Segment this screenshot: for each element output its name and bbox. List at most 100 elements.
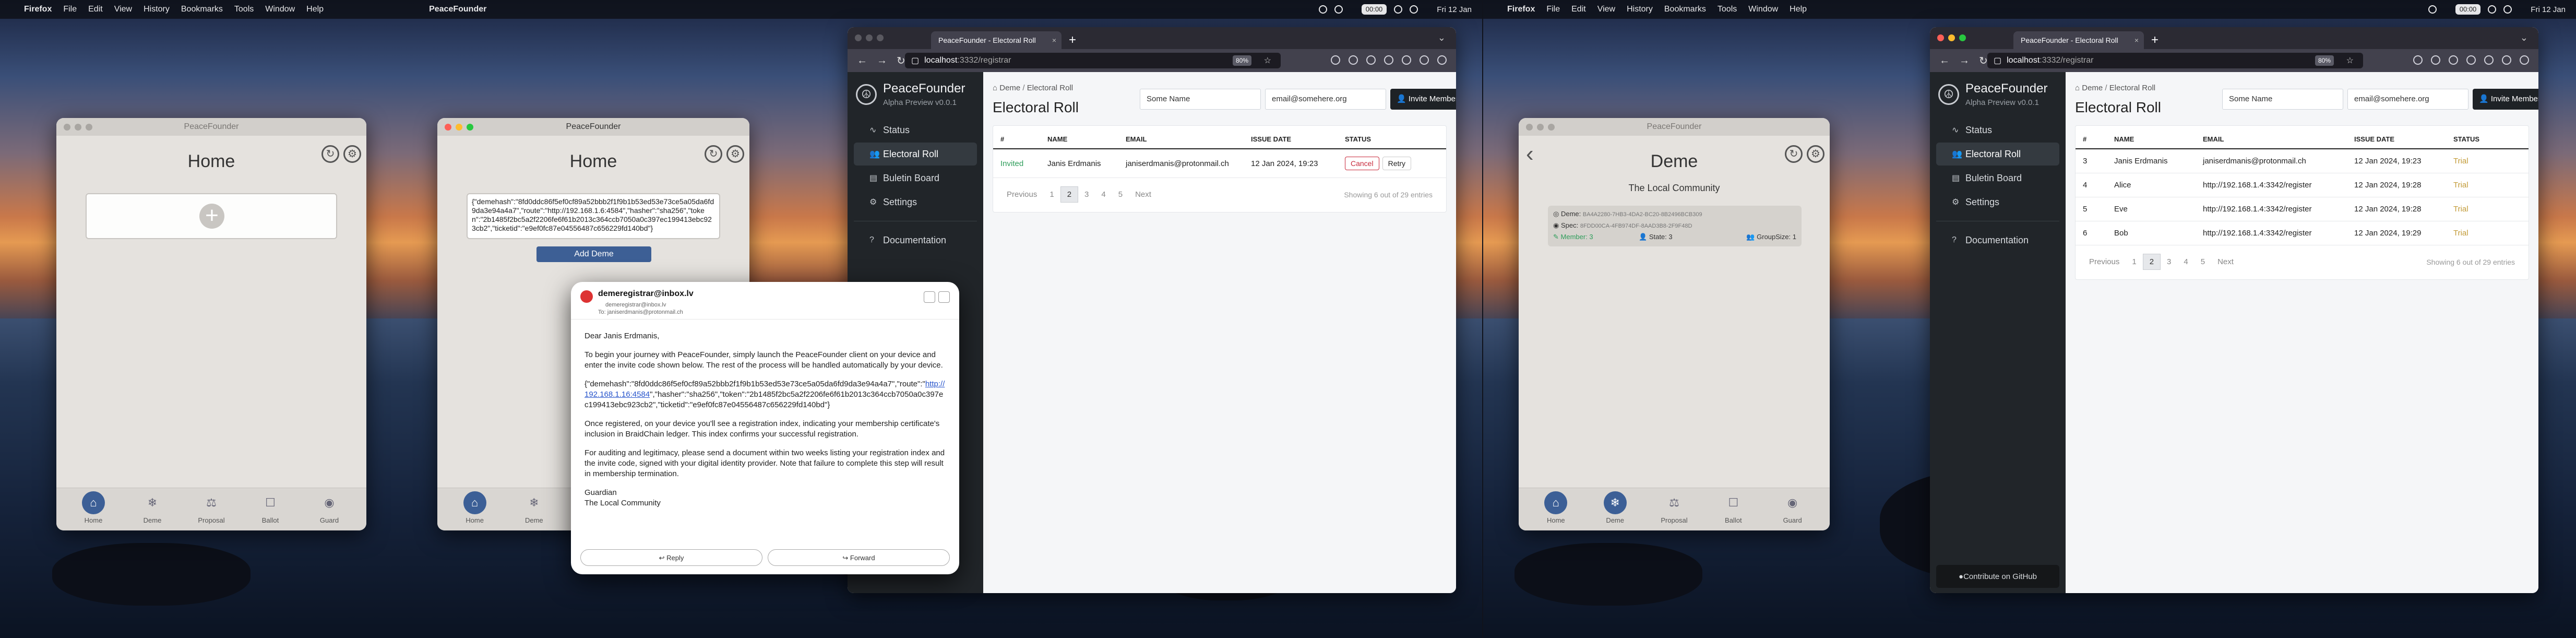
page-2[interactable]: 2	[2142, 254, 2161, 270]
deme-info-box[interactable]: ◎ Deme: BA4A2280-7HB3-4DA2-BC20-8B2496BC…	[1548, 206, 1802, 246]
crumb-deme[interactable]: Deme	[2082, 84, 2103, 92]
extension-icon[interactable]	[2502, 55, 2511, 65]
nav-guard[interactable]: ◉ Guard	[1771, 488, 1815, 530]
search-icon[interactable]	[1410, 5, 1418, 14]
sidebar-item-electoral-roll[interactable]: 👥 Electoral Roll	[1936, 143, 2059, 166]
page-5[interactable]: 5	[2195, 257, 2211, 266]
back-icon[interactable]: ←	[1939, 55, 1950, 67]
retry-button[interactable]: Retry	[1382, 157, 1412, 170]
browser-tab[interactable]: PeaceFounder - Electoral Roll ×	[2013, 31, 2144, 49]
close-button[interactable]	[1526, 124, 1533, 131]
wifi-icon[interactable]	[2488, 5, 2497, 14]
menu-file[interactable]: File	[1546, 5, 1560, 14]
plus-icon[interactable]: +	[199, 204, 224, 229]
menu-tools[interactable]: Tools	[234, 5, 254, 14]
settings-icon[interactable]: ⚙	[726, 145, 744, 163]
name-input[interactable]: Some Name	[1140, 89, 1261, 110]
settings-icon[interactable]: ⚙	[343, 145, 361, 163]
add-deme-button[interactable]: Add Deme	[536, 246, 651, 262]
crumb-deme[interactable]: Deme	[999, 84, 1020, 92]
window-titlebar[interactable]: PeaceFounder	[437, 118, 749, 136]
more-icon[interactable]	[938, 291, 950, 303]
refresh-icon[interactable]: ↻	[321, 145, 339, 163]
menu-bookmarks[interactable]: Bookmarks	[1664, 5, 1706, 14]
extension-icon[interactable]	[1349, 55, 1358, 65]
next-button[interactable]: Next	[2211, 257, 2240, 266]
status-icon[interactable]	[1318, 5, 1327, 14]
bookmark-star-icon[interactable]: ☆	[2346, 55, 2354, 66]
nav-guard[interactable]: ◉ Guard	[307, 488, 351, 530]
extension-icon[interactable]	[1402, 55, 1411, 65]
bookmark-star-icon[interactable]: ☆	[1264, 55, 1271, 66]
page-2[interactable]: 2	[1060, 186, 1079, 203]
zoom-button[interactable]	[877, 34, 884, 41]
add-deme-box[interactable]: +	[86, 193, 337, 239]
shield-icon[interactable]	[2413, 55, 2423, 65]
table-row[interactable]: 3 Janis Erdmanis janiserdmanis@protonmai…	[2076, 149, 2529, 173]
email-input[interactable]: email@somehere.org	[2347, 89, 2468, 110]
url-bar[interactable]: ▢ localhost:3332/registrar 80% ☆	[1987, 53, 2363, 68]
minimize-button[interactable]	[1948, 34, 1955, 41]
close-button[interactable]	[64, 124, 70, 131]
extension-icon[interactable]	[2449, 55, 2458, 65]
close-button[interactable]	[445, 124, 451, 131]
nav-ballot[interactable]: ☐ Ballot	[1711, 488, 1755, 530]
github-button[interactable]: ● Contribute on GitHub	[1936, 565, 2059, 588]
nav-home[interactable]: ⌂ Home	[1534, 488, 1578, 530]
close-tab-icon[interactable]: ×	[1052, 31, 1056, 49]
extension-icon[interactable]	[2431, 55, 2440, 65]
menu-clock[interactable]: Fri 12 Jan	[1437, 5, 1472, 14]
reply-button[interactable]: ↩ Reply	[580, 549, 762, 566]
page-3[interactable]: 3	[2161, 257, 2177, 266]
zoom-badge[interactable]: 80%	[2315, 55, 2334, 66]
timer-badge[interactable]: 00:00	[1361, 4, 1387, 15]
browser-tab[interactable]: PeaceFounder - Electoral Roll ×	[931, 31, 1062, 49]
new-tab-icon[interactable]: +	[1069, 31, 1076, 49]
extension-icon[interactable]	[1437, 55, 1447, 65]
menu-view[interactable]: View	[114, 5, 132, 14]
menu-app-name[interactable]: Firefox	[1507, 5, 1535, 14]
nav-ballot[interactable]: ☐ Ballot	[248, 488, 292, 530]
refresh-icon[interactable]: ↻	[1785, 145, 1803, 163]
name-input[interactable]: Some Name	[2222, 89, 2343, 110]
back-icon[interactable]: ←	[857, 55, 867, 67]
status-icon[interactable]	[1334, 5, 1343, 14]
menu-help[interactable]: Help	[306, 5, 324, 14]
home-icon[interactable]: ⌂	[2075, 84, 2082, 92]
chevron-down-icon[interactable]: ⌄	[1438, 32, 1446, 43]
nav-home[interactable]: ⌂ Home	[453, 488, 497, 530]
sidebar-item-electoral-roll[interactable]: 👥 Electoral Roll	[854, 143, 977, 166]
menu-history[interactable]: History	[1627, 5, 1653, 14]
extension-icon[interactable]	[1384, 55, 1393, 65]
table-row[interactable]: 6 Bob http://192.168.1.4:3342/register 1…	[2076, 221, 2529, 245]
close-button[interactable]	[855, 34, 862, 41]
window-titlebar[interactable]: PeaceFounder	[56, 118, 366, 136]
zoom-badge[interactable]: 80%	[1232, 55, 1251, 66]
brand[interactable]: ☮ PeaceFounder Alpha Preview v0.0.1	[1930, 72, 2066, 107]
forward-icon[interactable]: →	[877, 55, 887, 67]
url-bar[interactable]: ▢ localhost:3332/registrar 80% ☆	[905, 53, 1281, 68]
nav-deme[interactable]: ❄ Deme	[1593, 488, 1637, 530]
zoom-button[interactable]	[1548, 124, 1555, 131]
menu-clock[interactable]: Fri 12 Jan	[2531, 5, 2566, 14]
page-4[interactable]: 4	[2177, 257, 2194, 266]
menu-help[interactable]: Help	[1790, 5, 1807, 14]
forward-icon[interactable]: →	[1959, 55, 1970, 67]
invite-member-button[interactable]: 👤 Invite Member	[1390, 89, 1456, 110]
minimize-button[interactable]	[1537, 124, 1544, 131]
page-5[interactable]: 5	[1112, 190, 1129, 199]
menu-edit[interactable]: Edit	[88, 5, 103, 14]
table-row[interactable]: 5 Eve http://192.168.1.4:3342/register 1…	[2076, 197, 2529, 221]
minimize-button[interactable]	[456, 124, 462, 131]
menu-app-name-2[interactable]: PeaceFounder	[429, 5, 486, 14]
page-4[interactable]: 4	[1095, 190, 1112, 199]
previous-button[interactable]: Previous	[2083, 257, 2126, 266]
sidebar-item-buletin-board[interactable]: ▤ Buletin Board	[854, 167, 977, 190]
wifi-icon[interactable]	[1394, 5, 1403, 14]
extension-icon[interactable]	[2484, 55, 2494, 65]
home-icon[interactable]: ⌂	[993, 84, 999, 92]
minimize-button[interactable]	[866, 34, 873, 41]
zoom-button[interactable]	[86, 124, 92, 131]
menu-edit[interactable]: Edit	[1571, 5, 1586, 14]
close-button[interactable]	[1937, 34, 1944, 41]
